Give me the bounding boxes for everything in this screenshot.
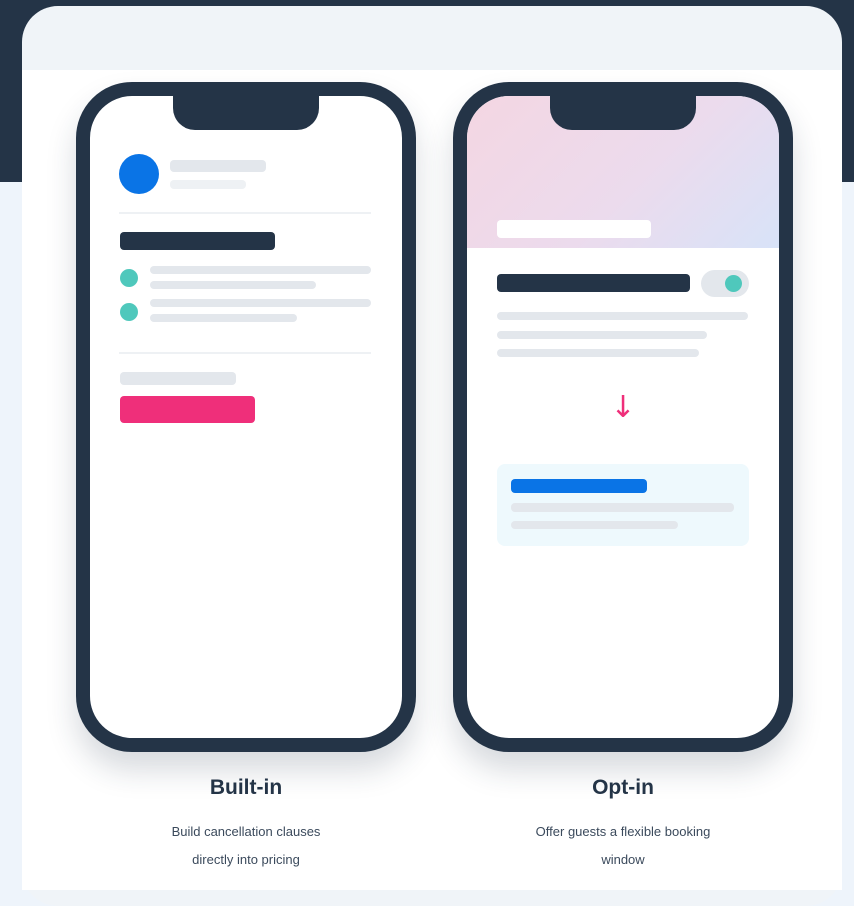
description-line-placeholder bbox=[497, 312, 748, 320]
list-line-placeholder bbox=[150, 314, 297, 322]
divider bbox=[119, 352, 371, 354]
panel-description-opt-in: Offer guests a flexible booking window bbox=[453, 818, 793, 874]
option-title-placeholder bbox=[511, 479, 647, 493]
panel-title-opt-in: Opt-in bbox=[592, 776, 654, 799]
profile-subtitle-placeholder bbox=[170, 180, 246, 189]
description-line-placeholder bbox=[497, 349, 699, 357]
book-button-placeholder bbox=[120, 396, 255, 423]
list-line-placeholder bbox=[150, 281, 316, 289]
option-heading-placeholder bbox=[497, 274, 690, 292]
option-line-placeholder bbox=[511, 503, 734, 512]
arrow-down-icon: ↓ bbox=[610, 390, 636, 425]
list-line-placeholder bbox=[150, 266, 371, 274]
price-label-placeholder bbox=[120, 372, 236, 385]
description-line: directly into pricing bbox=[192, 852, 300, 867]
description-line: window bbox=[601, 852, 645, 867]
avatar bbox=[119, 154, 159, 194]
phone-mockup-built-in bbox=[76, 82, 416, 752]
hero-search-bar-placeholder bbox=[497, 220, 651, 238]
section-heading-placeholder bbox=[120, 232, 275, 250]
description-line: Offer guests a flexible booking bbox=[535, 824, 711, 839]
panel-title-built-in: Built-in bbox=[209, 776, 283, 799]
phone-notch bbox=[173, 96, 319, 130]
toggle-knob bbox=[725, 275, 742, 292]
teal-bullet-icon bbox=[120, 269, 138, 287]
profile-name-placeholder bbox=[170, 160, 266, 172]
list-line-placeholder bbox=[150, 299, 371, 307]
teal-bullet-icon bbox=[120, 303, 138, 321]
phone-mockup-opt-in: ↓ bbox=[453, 82, 793, 752]
phone-notch bbox=[550, 96, 696, 130]
description-line: Build cancellation clauses bbox=[171, 824, 321, 839]
description-line-placeholder bbox=[497, 331, 707, 339]
option-line-placeholder bbox=[511, 521, 678, 529]
panel-description-built-in: Build cancellation clauses directly into… bbox=[76, 818, 416, 874]
divider bbox=[119, 212, 371, 214]
